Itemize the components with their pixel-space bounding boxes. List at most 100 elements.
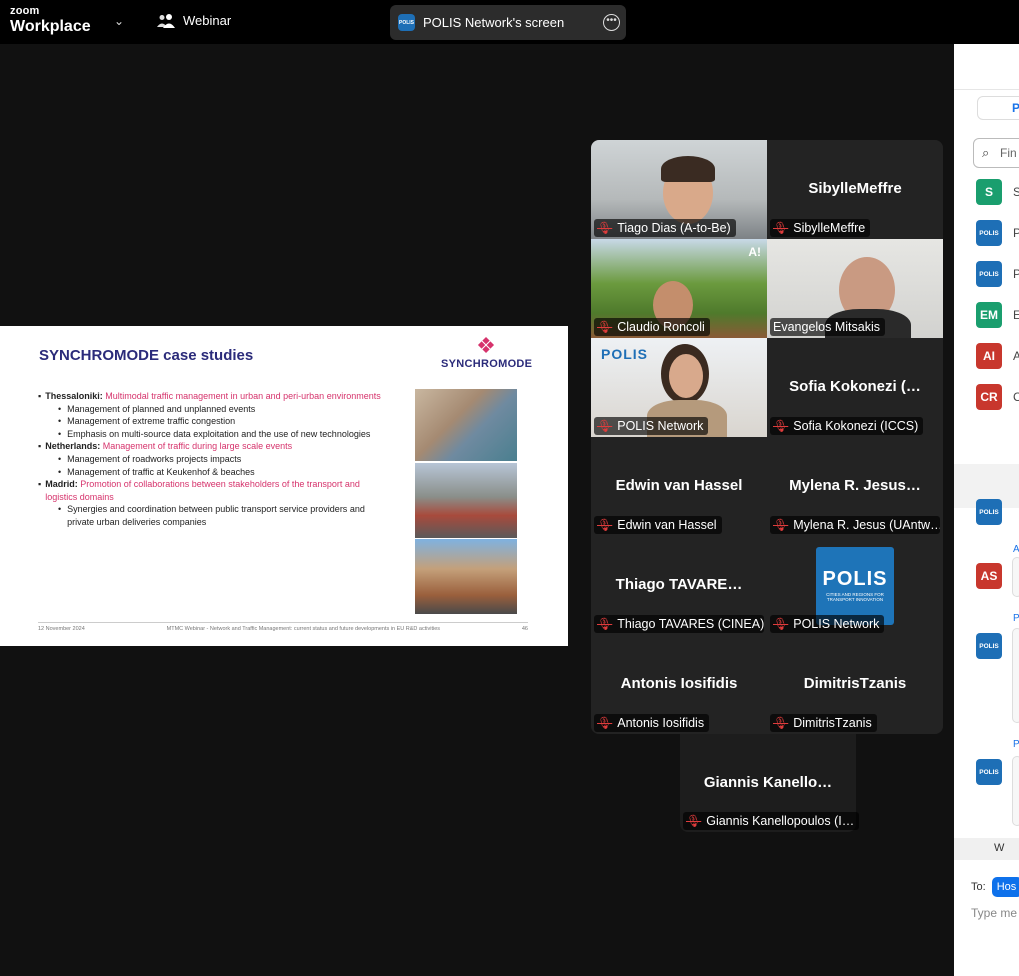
mic-muted-icon: 🎙 [597,518,613,532]
synchromode-logo-text: SYNCHROMODE [441,358,533,370]
participant-name-label: 🎙 Tiago Dias (A-to-Be) [594,219,736,237]
chat-bubble [1012,756,1019,826]
slide-sub-bullet: • Management of planned and unplanned eve… [58,403,256,414]
slide-sub-bullet: • Management of traffic at Keukenhof & be… [58,466,255,477]
footer-page: 46 [521,626,528,632]
participant-name-label: 🎙 POLIS Network [594,417,709,435]
screen-share-indicator[interactable]: POLIS POLIS Network's screen ••• [390,5,626,40]
recipient-dropdown[interactable]: Hos [991,877,1019,897]
panel-header [954,44,1019,90]
video-tile[interactable]: Mylena R. Jesus… 🎙 Mylena R. Jesus (UAntw… [767,437,943,536]
tab-participants[interactable]: P [977,96,1019,120]
video-tile[interactable]: DimitrisTzanis 🎙 DimitrisTzanis [767,635,943,734]
slide-bullet: ▪ Thessaloniki: Multimodal traffic manage… [38,391,381,401]
participant-avatar[interactable]: AI A [976,343,1019,369]
chat-sender: P [1013,613,1019,624]
search-icon: ⌕ [982,145,990,160]
slide-title: SYNCHROMODE case studies [39,347,254,364]
participant-avatar[interactable]: POLIS P [976,220,1019,246]
find-participant-input[interactable]: ⌕ Fin [973,138,1019,168]
video-tile[interactable]: A! 🎙 Claudio Roncoli [591,239,767,338]
participant-avatar[interactable]: CR C [976,384,1019,410]
to-label: To: [971,881,986,893]
chat-avatar: POLIS [976,633,1002,659]
webinar-label: Webinar [183,13,232,28]
participant-display-name: Giannis Kanello… [703,774,833,791]
video-tile[interactable]: Giannis Kanello… 🎙 Giannis Kanellopoulos … [680,734,860,832]
mic-muted-icon: 🎙 [686,814,702,828]
synchromode-logo: ❖ SYNCHROMODE [441,333,533,371]
participant-name-label: 🎙 SibylleMeffre [770,219,871,237]
more-options-icon[interactable]: ••• [603,14,620,31]
slide-body: ▪ Thessaloniki: Multimodal traffic manage… [38,390,388,529]
who-can-see-bar[interactable]: W [954,838,1019,860]
participant-name-label: 🎙 POLIS Network [770,615,885,633]
polis-logo-icon: POLIS [398,14,415,31]
participant-name-label: 🎙 Giannis Kanellopoulos (I… [683,812,860,830]
brand-small: zoom [10,5,40,17]
video-tile[interactable]: Edwin van Hassel 🎙 Edwin van Hassel [591,437,767,536]
synchromode-mark-icon: ❖ [476,333,496,358]
mic-muted-icon: 🎙 [773,617,789,631]
slide-sub-bullet: • Emphasis on multi-source data exploitat… [58,428,371,439]
thessaloniki-photo [415,389,517,461]
participant-avatar[interactable]: EM E [976,302,1019,328]
zoom-webinar-window: zoom Workplace ⌄ Webinar POLIS POLIS Net… [0,0,1019,976]
slide-sub-bullet: • Synergies and coordination between publ… [58,504,365,527]
top-bar: zoom Workplace ⌄ Webinar POLIS POLIS Net… [0,0,1019,44]
participant-avatar[interactable]: SS [976,179,1019,205]
slide-bullet: ▪ Netherlands: Management of traffic duri… [38,441,293,452]
polis-logo-tagline: CITIES AND REGIONS FOR TRANSPORT INNOVAT… [826,592,884,602]
video-tile[interactable]: Sofia Kokonezi (… 🎙 Sofia Kokonezi (ICCS) [767,338,943,437]
mic-muted-icon: 🎙 [597,419,613,433]
chat-sender: P [1013,739,1019,750]
polis-logo-text: POLIS [822,568,888,590]
polis-network-logo: POLIS CITIES AND REGIONS FOR TRANSPORT I… [816,547,894,625]
chat-bubble [1012,628,1019,723]
side-panel: P ⌕ Fin SS POLIS P POLIS P EM E AI A CR C POL… [954,44,1019,976]
video-tile[interactable]: SibylleMeffre 🎙 SibylleMeffre [767,140,943,239]
shared-screen-slide: SYNCHROMODE case studies ❖ SYNCHROMODE ▪… [0,326,568,646]
participant-name-label: 🎙 DimitrisTzanis [770,714,877,732]
webinar-menu[interactable]: Webinar [157,13,231,28]
ai-badge: A! [748,245,761,259]
participant-display-name: Edwin van Hassel [615,477,743,494]
brand-main: Workplace [10,18,91,35]
mic-muted-icon: 🎙 [597,716,613,730]
chat-avatar: AS [976,563,1002,589]
participant-display-name: Sofia Kokonezi (… [789,378,921,395]
chat-message-input[interactable]: Type me [971,906,1017,920]
slide-sub-bullet: • Management of roadworks projects impact… [58,453,242,464]
participant-name-label: 🎙 Edwin van Hassel [594,516,722,534]
video-tile[interactable]: Thiago TAVARE… 🎙 Thiago TAVARES (CINEA) [591,536,767,635]
polis-logo: POLIS [601,346,649,362]
participant-name-label: 🎙 Thiago TAVARES (CINEA) [594,615,764,633]
participant-avatar[interactable]: POLIS P [976,261,1019,287]
slide-footer: 12 November 2024 MTMC Webinar - Network … [38,622,528,632]
video-gallery: 🎙 Tiago Dias (A-to-Be) SibylleMeffre 🎙 Sib… [591,140,943,734]
footer-date: 12 November 2024 [38,626,85,632]
mic-muted-icon: 🎙 [597,617,613,631]
participant-display-name: DimitrisTzanis [803,675,907,692]
participant-display-name: Mylena R. Jesus… [789,477,921,494]
mic-muted-icon: 🎙 [597,221,613,235]
chevron-down-icon[interactable]: ⌄ [114,14,124,28]
participant-list: SS POLIS P POLIS P EM E AI A CR C [976,179,1019,425]
chat-bubble [1012,557,1019,597]
participant-name-label: 🎙 Sofia Kokonezi (ICCS) [770,417,924,435]
find-placeholder: Fin [1000,146,1017,160]
participant-display-name: Antonis Iosifidis [620,675,738,692]
chat-sender: A [1013,544,1019,555]
who-label: W [994,842,1005,854]
video-tile-active-speaker[interactable]: Evangelos Mitsakis [767,239,943,349]
madrid-photo [415,539,517,614]
participant-name-label: 🎙 Antonis Iosifidis [594,714,710,732]
video-tile[interactable]: Antonis Iosifidis 🎙 Antonis Iosifidis [591,635,767,734]
participant-name-label: 🎙 Claudio Roncoli [594,318,710,336]
video-tile[interactable]: 🎙 Tiago Dias (A-to-Be) [591,140,767,239]
participant-display-name: SibylleMeffre [808,180,902,197]
chat-recipient-row: To: Hos [971,877,1019,897]
chat-avatar: POLIS [976,499,1002,525]
participants-icon [157,13,175,28]
video-tile[interactable]: POLIS 🎙 POLIS Network [591,338,767,440]
